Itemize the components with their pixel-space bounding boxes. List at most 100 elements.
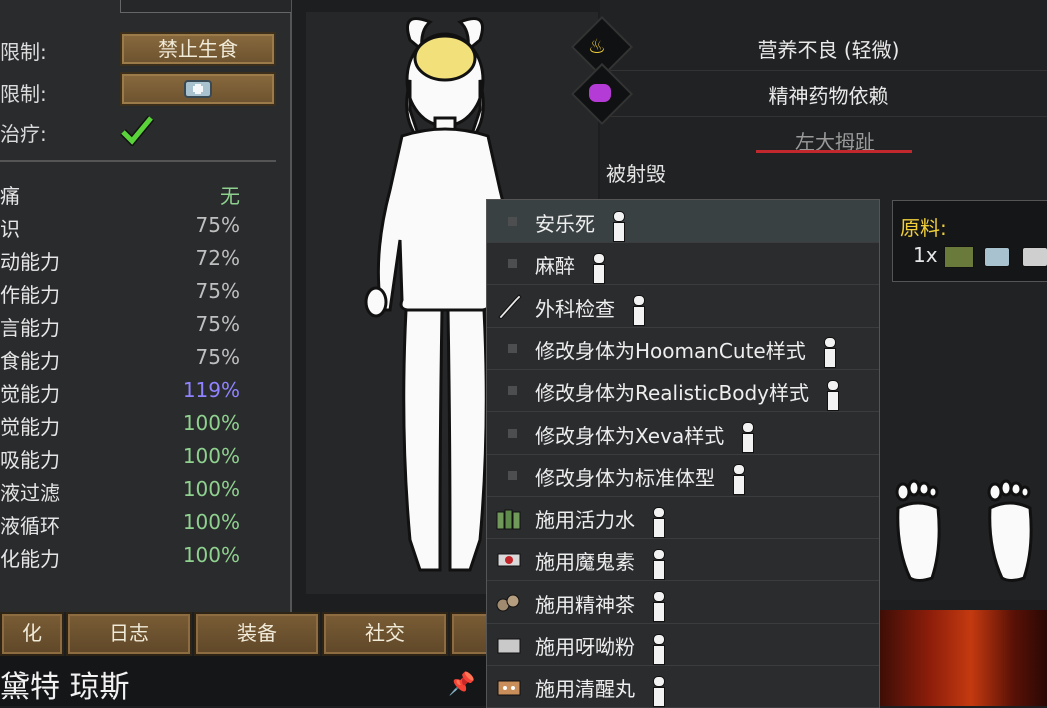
capacity-name: 动能力 xyxy=(0,250,60,274)
medicine-icon xyxy=(984,247,1010,267)
scalpel-icon xyxy=(495,293,523,320)
food-restriction-button[interactable]: 禁止生食 xyxy=(120,32,276,66)
menu-item-label: 修改身体为标准体型 xyxy=(535,462,747,496)
flake-icon xyxy=(495,546,523,572)
capacity-name: 觉能力 xyxy=(0,415,60,439)
capacity-row: 言能力 75% xyxy=(0,312,240,345)
menu-item[interactable]: 修改身体为HoomanCute样式 xyxy=(487,327,879,370)
bullet-icon xyxy=(508,470,517,480)
capacity-name: 食能力 xyxy=(0,349,60,373)
capacity-value: 75% xyxy=(195,312,240,336)
menu-item-label: 施用活力水 xyxy=(535,504,667,538)
menu-item-label: 施用魔鬼素 xyxy=(535,546,667,580)
tea-icon xyxy=(495,589,523,615)
herbal-medicine-icon xyxy=(944,246,974,268)
menu-item-label: 施用清醒丸 xyxy=(535,673,667,707)
pin-icon[interactable]: 📌 xyxy=(448,672,475,697)
info-icon[interactable] xyxy=(649,548,667,580)
bottles-icon xyxy=(495,504,523,530)
info-icon[interactable] xyxy=(738,422,756,453)
injury-label: 被射毁 xyxy=(606,162,666,186)
menu-item[interactable]: 外科检查 xyxy=(487,285,879,328)
capacity-row: 动能力 72% xyxy=(0,246,240,279)
info-icon[interactable] xyxy=(609,210,627,242)
menu-item-label: 修改身体为HoomanCute样式 xyxy=(535,335,838,369)
menu-item[interactable]: 施用魔鬼素 xyxy=(487,538,879,582)
capacity-value: 119% xyxy=(182,378,240,402)
capacity-value: 75% xyxy=(195,279,240,303)
ingredients-quantity: 1x xyxy=(913,243,938,267)
background-fire xyxy=(878,610,1047,706)
capacity-name: 液过滤 xyxy=(0,481,60,505)
pawn-name: 黛特 琼斯 xyxy=(0,670,130,705)
menu-item[interactable]: 安乐死 xyxy=(487,200,879,243)
info-icon[interactable] xyxy=(649,506,667,538)
capacity-row: 觉能力 100% xyxy=(0,411,240,444)
capacity-value: 100% xyxy=(182,444,240,468)
bullet-icon xyxy=(508,259,517,269)
menu-item[interactable]: 施用活力水 xyxy=(487,496,879,540)
medicine-icon xyxy=(184,80,212,98)
section-divider xyxy=(0,160,276,162)
capacity-name: 作能力 xyxy=(0,283,60,307)
feet-icon[interactable] xyxy=(888,478,1047,583)
capacity-name: 识 xyxy=(0,217,20,241)
info-icon[interactable] xyxy=(649,633,667,665)
capacity-name: 言能力 xyxy=(0,316,60,340)
self-treatment-label: 治疗: xyxy=(0,122,47,146)
menu-item[interactable]: 麻醉 xyxy=(487,242,879,286)
menu-item[interactable]: 施用精神茶 xyxy=(487,581,879,624)
tab-log[interactable]: 日志 xyxy=(66,612,192,656)
powder-icon xyxy=(495,631,523,657)
medicine-icon xyxy=(1022,247,1047,267)
capacity-name: 觉能力 xyxy=(0,382,60,406)
capacity-value: 72% xyxy=(195,246,240,270)
tab-social[interactable]: 社交 xyxy=(322,612,448,656)
surgery-menu: 安乐死麻醉 外科检查修改身体为HoomanCute样式 修改身体为Realistic… xyxy=(486,199,880,708)
medicine-restriction-button[interactable] xyxy=(120,72,276,106)
condition-label: 精神药物依赖 xyxy=(768,84,889,108)
capacity-row: 液过滤 100% xyxy=(0,477,240,510)
capacity-value: 75% xyxy=(195,213,240,237)
capacity-name: 痛 xyxy=(0,184,20,208)
tab-bio[interactable]: 化 xyxy=(0,612,64,656)
tab-gear[interactable]: 装备 xyxy=(194,612,320,656)
capacity-value: 100% xyxy=(182,510,240,534)
brain-highlight xyxy=(413,34,477,82)
ingredients-title: 原料: xyxy=(900,216,947,240)
info-icon[interactable] xyxy=(820,337,838,369)
menu-item-label: 麻醉 xyxy=(535,250,607,284)
capacity-row: 觉能力 119% xyxy=(0,378,240,411)
capacity-value: 100% xyxy=(182,411,240,435)
menu-item-label: 施用呀呦粉 xyxy=(535,631,667,665)
checkmark-icon[interactable] xyxy=(120,114,154,146)
menu-item[interactable]: 修改身体为标准体型 xyxy=(487,454,879,497)
menu-item[interactable]: 施用清醒丸 xyxy=(487,665,879,708)
menu-item[interactable]: 修改身体为RealisticBody样式 xyxy=(487,369,879,413)
info-icon[interactable] xyxy=(649,591,667,623)
capacity-value: 100% xyxy=(182,543,240,567)
menu-item-label: 修改身体为RealisticBody样式 xyxy=(535,377,841,411)
capacity-name: 液循环 xyxy=(0,514,60,538)
menu-item[interactable]: 修改身体为Xeva样式 xyxy=(487,412,879,455)
capacity-row: 吸能力 100% xyxy=(0,444,240,477)
bullet-icon xyxy=(508,343,517,353)
info-icon[interactable] xyxy=(823,379,841,411)
pills-box-icon xyxy=(495,673,523,699)
info-icon[interactable] xyxy=(629,295,647,327)
capacity-row: 液循环 100% xyxy=(0,510,240,543)
capacity-name: 吸能力 xyxy=(0,448,60,472)
capacity-name: 化能力 xyxy=(0,547,60,571)
capacity-row: 食能力 75% xyxy=(0,345,240,378)
capacity-value: 无 xyxy=(220,184,240,208)
body-part-underline xyxy=(756,150,912,153)
menu-item-label: 施用精神茶 xyxy=(535,589,667,623)
capacity-row: 作能力 75% xyxy=(0,279,240,312)
info-icon[interactable] xyxy=(729,464,747,496)
info-icon[interactable] xyxy=(649,675,667,707)
tab-more[interactable] xyxy=(450,612,490,656)
menu-item[interactable]: 施用呀呦粉 xyxy=(487,623,879,666)
info-icon[interactable] xyxy=(589,252,607,284)
bullet-icon xyxy=(508,386,517,396)
food-restriction-label: 限制: xyxy=(0,40,47,64)
